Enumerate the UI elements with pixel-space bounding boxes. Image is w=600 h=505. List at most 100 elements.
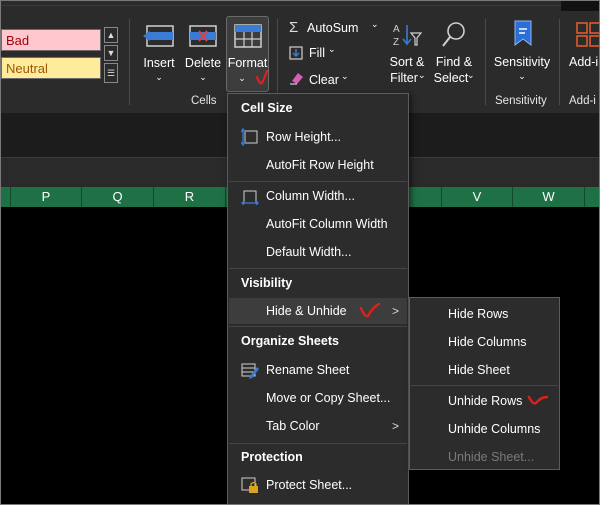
menu-header-organize-sheets: Organize Sheets	[241, 334, 339, 348]
unhide-rows-label: Unhide Rows	[448, 394, 523, 408]
gallery-more-icon[interactable]: ☰	[104, 63, 118, 83]
group-label-cells: Cells	[191, 95, 217, 107]
column-header-v[interactable]: V	[442, 187, 513, 207]
autosum-button[interactable]: Σ AutoSum ⌄	[285, 19, 381, 39]
chevron-right-icon: >	[391, 304, 399, 318]
chevron-down-icon: ⌄	[341, 71, 349, 81]
format-label: Format	[227, 56, 268, 70]
sensitivity-button[interactable]: Sensitivity ⌄	[491, 19, 553, 89]
menu-item-column-width[interactable]: Column Width...	[229, 183, 407, 209]
sensitivity-label: Sensitivity	[493, 55, 551, 69]
menu-header-visibility: Visibility	[241, 276, 293, 290]
group-label-addin: Add-i	[569, 95, 596, 107]
hide-sheet-label: Hide Sheet	[448, 363, 510, 377]
menu-separator	[229, 181, 407, 182]
insert-label: Insert	[143, 56, 175, 70]
submenu-item-unhide-rows[interactable]: Unhide Rows	[411, 387, 558, 415]
menu-separator	[411, 385, 558, 386]
column-header-x[interactable]	[585, 187, 599, 207]
format-button[interactable]: Format ⌄	[226, 16, 269, 92]
menu-item-autofit-row-height[interactable]: AutoFit Row Height	[229, 152, 407, 178]
addin-label: Add-in	[569, 55, 599, 69]
menu-item-protect-sheet[interactable]: Protect Sheet...	[229, 472, 407, 498]
style-neutral[interactable]: Neutral	[1, 57, 101, 79]
tab-color-label: Tab Color	[266, 419, 320, 433]
find-select-button[interactable]: Find & Select ⌄	[431, 19, 477, 89]
delete-button[interactable]: Delete ⌄	[181, 19, 225, 89]
submenu-item-unhide-columns[interactable]: Unhide Columns	[411, 415, 558, 443]
row-height-label: Row Height...	[266, 130, 342, 144]
column-width-icon	[241, 190, 259, 205]
insert-button[interactable]: Insert ⌄	[137, 19, 181, 89]
chevron-down-icon: ⌄	[518, 71, 526, 81]
menu-item-move-copy-sheet[interactable]: Move or Copy Sheet...	[229, 385, 407, 411]
fill-down-icon	[289, 46, 303, 60]
row-height-icon	[241, 128, 258, 146]
menu-item-default-width[interactable]: Default Width...	[229, 239, 407, 265]
addins-button[interactable]: Add-in	[565, 19, 599, 89]
find-select-label-1: Find &	[435, 55, 473, 69]
gallery-up-icon[interactable]: ▲	[104, 27, 118, 43]
menu-separator	[229, 268, 407, 269]
hide-columns-label: Hide Columns	[448, 335, 527, 349]
annotation-checkmark	[359, 302, 381, 318]
hide-rows-label: Hide Rows	[448, 307, 509, 321]
addins-grid-icon	[576, 22, 599, 47]
clear-button[interactable]: Clear ⌄	[285, 69, 351, 89]
column-header-u[interactable]	[409, 187, 442, 207]
excel-window: Bad Neutral ▲ ▼ ☰ Insert ⌄ Delete ⌄ Form…	[0, 0, 600, 505]
chevron-down-icon: ⌄	[371, 19, 379, 29]
sensitivity-tag-icon	[514, 20, 532, 46]
annotation-checkmark	[527, 395, 549, 405]
chevron-down-icon: ⌄	[155, 72, 163, 82]
ribbon-top-border	[1, 5, 599, 6]
insert-cells-icon	[143, 25, 174, 47]
sort-filter-label-1: Sort &	[389, 55, 425, 69]
default-width-label: Default Width...	[266, 245, 352, 259]
menu-separator	[229, 326, 407, 327]
column-header-r[interactable]: R	[154, 187, 226, 207]
format-cells-icon	[234, 24, 262, 48]
menu-header-cell-size: Cell Size	[241, 101, 293, 115]
menu-item-hide-unhide[interactable]: Hide & Unhide >	[229, 298, 407, 324]
column-header-p[interactable]: P	[11, 187, 82, 207]
fill-label: Fill	[309, 46, 325, 60]
menu-item-tab-color[interactable]: Tab Color >	[229, 413, 407, 439]
eraser-icon	[290, 73, 303, 85]
unhide-columns-label: Unhide Columns	[448, 422, 541, 436]
column-width-label: Column Width...	[266, 189, 355, 203]
chevron-down-icon: ⌄	[199, 72, 207, 82]
delete-cells-icon	[189, 25, 217, 47]
format-menu: Cell Size Row Height... AutoFit Row Heig…	[227, 93, 409, 504]
clear-label: Clear	[309, 73, 339, 87]
submenu-item-unhide-sheet: Unhide Sheet...	[411, 443, 558, 471]
svg-text:Z: Z	[393, 37, 399, 48]
sort-filter-button[interactable]: A Z Sort & Filter ⌄	[384, 19, 430, 89]
gallery-down-icon[interactable]: ▼	[104, 45, 118, 61]
autofit-row-height-label: AutoFit Row Height	[266, 158, 374, 172]
menu-item-row-height[interactable]: Row Height...	[229, 124, 407, 150]
menu-header-protection: Protection	[241, 450, 303, 464]
menu-item-rename-sheet[interactable]: Rename Sheet	[229, 357, 407, 383]
menu-item-autofit-column-width[interactable]: AutoFit Column Width	[229, 211, 407, 237]
chevron-right-icon: >	[391, 419, 399, 433]
submenu-item-hide-rows[interactable]: Hide Rows	[411, 300, 558, 328]
magnifier-icon	[442, 22, 465, 47]
fill-button[interactable]: Fill ⌄	[285, 44, 345, 64]
column-header-w[interactable]: W	[513, 187, 585, 207]
column-header-q[interactable]: Q	[82, 187, 154, 207]
rename-sheet-label: Rename Sheet	[266, 363, 350, 377]
svg-text:A: A	[393, 24, 400, 35]
submenu-item-hide-columns[interactable]: Hide Columns	[411, 328, 558, 356]
find-select-label-2: Select	[433, 71, 469, 85]
move-copy-sheet-label: Move or Copy Sheet...	[266, 391, 391, 405]
title-bar-fragment	[561, 1, 599, 11]
chevron-down-icon: ⌄	[328, 44, 336, 54]
chevron-down-icon: ⌄	[238, 73, 246, 83]
column-header-edge[interactable]	[1, 187, 11, 207]
group-label-sensitivity: Sensitivity	[495, 95, 547, 107]
submenu-item-hide-sheet[interactable]: Hide Sheet	[411, 356, 558, 384]
style-bad[interactable]: Bad	[1, 29, 101, 51]
divider	[129, 19, 130, 105]
chevron-down-icon: ⌄	[418, 70, 426, 80]
